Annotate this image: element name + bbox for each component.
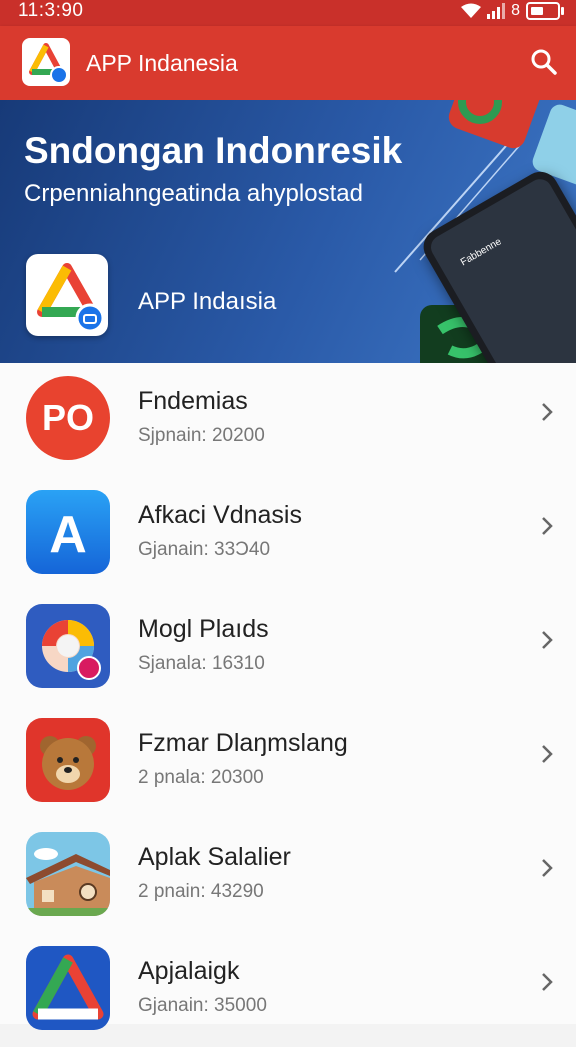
signal-label: 8 (511, 2, 520, 19)
app-logo-icon[interactable] (22, 38, 70, 86)
list-item[interactable]: A Afkaci Vdnasis Gjanain: 33Ɔ40 (0, 477, 576, 591)
battery-icon (526, 2, 564, 20)
app-name: Apjalaigk (138, 957, 240, 985)
app-meta: 2 pnain: 43290 (138, 881, 264, 902)
promo-banner[interactable]: Fabbenne Sndongan Indonresik Crpenniahng… (0, 100, 576, 363)
list-item[interactable]: PO Fndemias Sjpnain: 20200 (0, 363, 576, 477)
a-icon-text: A (49, 506, 87, 564)
status-bar: 11:3:90 8 (0, 0, 576, 26)
phone-screen-text: Fabbenne (458, 236, 504, 269)
app-list: PO Fndemias Sjpnain: 20200 A Afkaci Vdna… (0, 363, 576, 1030)
app-meta: 2 pnala: 20300 (138, 767, 264, 788)
wifi-icon (461, 3, 482, 18)
chevron-right-icon (542, 745, 553, 763)
featured-app-label: APP Indaısia (138, 288, 277, 315)
app-meta: Gjanain: 33Ɔ40 (138, 539, 271, 560)
banner-subtitle: Crpenniahngeatinda ahyplostad (24, 180, 363, 207)
chevron-right-icon (542, 403, 553, 421)
app-meta: Sjpnain: 20200 (138, 425, 265, 446)
list-item[interactable]: Apjalaigk Gjanain: 35000 (0, 933, 576, 1047)
po-icon-text: PO (42, 397, 94, 438)
a-store-app-icon: A (26, 490, 110, 574)
triangle-app-icon (26, 946, 110, 1030)
chevron-right-icon (542, 517, 553, 535)
color-swirl-app-icon (26, 604, 110, 688)
app-name: Fzmar Dlaŋmslang (138, 729, 348, 757)
po-app-icon: PO (26, 376, 110, 460)
status-time: 11:3:90 (18, 0, 84, 21)
banner-headline: Sndongan Indonresik (24, 130, 403, 171)
app-name: Fndemias (138, 387, 248, 415)
app-name: Afkaci Vdnasis (138, 501, 302, 529)
app-bar: APP Indanesia (0, 26, 576, 100)
app-meta: Sjanala: 16310 (138, 653, 265, 674)
app-name: Aplak Salalier (138, 843, 291, 871)
chevron-right-icon (542, 973, 553, 991)
search-icon[interactable] (530, 48, 558, 76)
list-item[interactable]: Aplak Salalier 2 pnain: 43290 (0, 819, 576, 933)
featured-app-icon[interactable] (26, 254, 108, 336)
chevron-right-icon (542, 631, 553, 649)
app-title: APP Indanesia (86, 50, 238, 76)
list-item[interactable]: Fzmar Dlaŋmslang 2 pnala: 20300 (0, 705, 576, 819)
bear-app-icon (26, 718, 110, 802)
chevron-right-icon (542, 859, 553, 877)
house-app-icon (26, 832, 110, 916)
signal-icon (487, 3, 506, 19)
app-meta: Gjanain: 35000 (138, 995, 267, 1016)
list-item[interactable]: Mogl Plaıds Sjanala: 16310 (0, 591, 576, 705)
status-icons: 8 (461, 2, 564, 20)
app-name: Mogl Plaıds (138, 615, 269, 643)
